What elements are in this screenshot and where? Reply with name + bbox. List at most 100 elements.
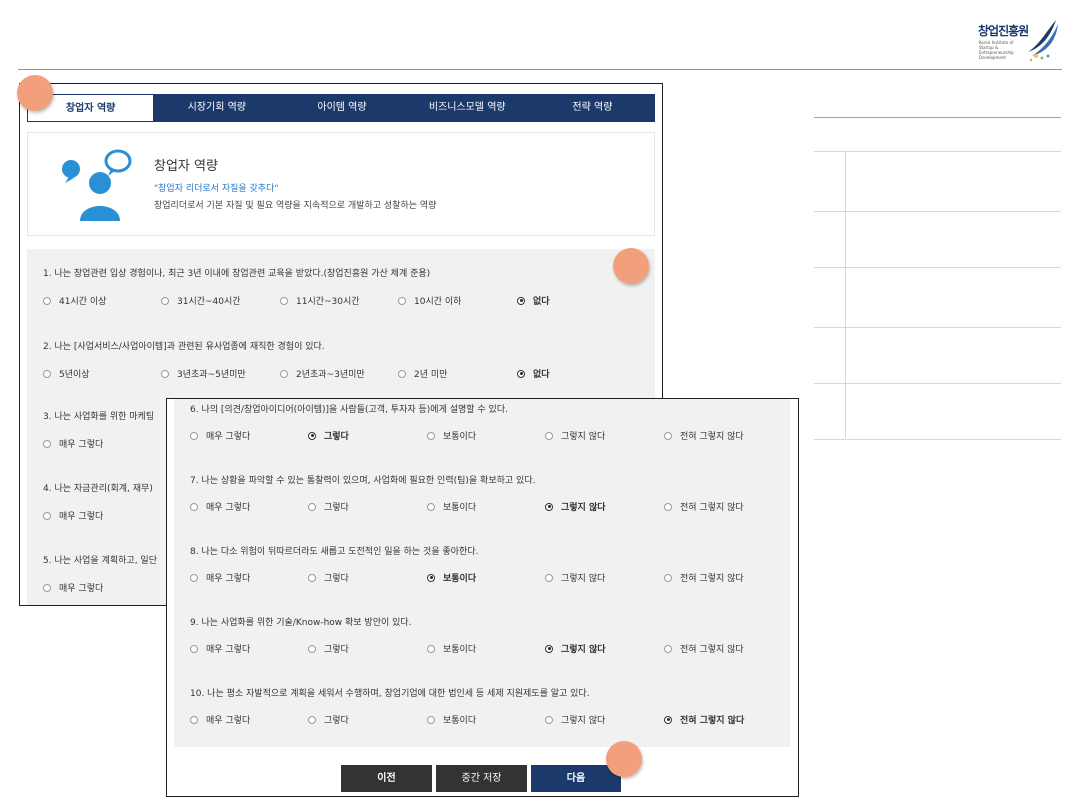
answer-option[interactable]: 3년초과~5년미만	[161, 367, 246, 380]
next-button[interactable]: 다음	[531, 765, 621, 792]
radio-icon[interactable]	[161, 369, 169, 378]
answer-option[interactable]: 보통이다	[427, 713, 476, 726]
radio-icon[interactable]	[43, 511, 51, 520]
radio-icon[interactable]	[308, 715, 316, 724]
answer-option[interactable]: 2년 미만	[398, 367, 447, 380]
answer-option[interactable]: 보통이다	[427, 642, 476, 655]
radio-icon[interactable]	[664, 431, 672, 440]
radio-icon[interactable]	[190, 431, 198, 440]
answer-option[interactable]: 매우 그렇다	[43, 509, 103, 522]
answer-option-label: 그렇지 않다	[561, 645, 606, 655]
answer-option[interactable]: 10시간 이하	[398, 294, 461, 307]
people-chat-icon	[62, 149, 132, 221]
answer-option[interactable]: 매우 그렇다	[43, 437, 103, 450]
answer-option[interactable]: 그렇지 않다	[545, 429, 605, 442]
radio-icon[interactable]	[280, 296, 288, 305]
answer-option[interactable]: 없다	[517, 367, 550, 380]
radio-icon[interactable]	[427, 644, 435, 653]
answer-option-label: 5년이상	[59, 370, 90, 380]
save-draft-button[interactable]: 중간 저장	[436, 765, 527, 792]
answer-option[interactable]: 매우 그렇다	[190, 713, 250, 726]
answer-option[interactable]: 그렇지 않다	[545, 642, 606, 655]
answer-option-label: 그렇지 않다	[561, 716, 606, 726]
question-text: 6. 나의 [의견/창업아이디어(아이템)]을 사람들(고객, 투자자 등)에게…	[190, 405, 508, 415]
radio-icon[interactable]	[280, 369, 288, 378]
answer-option[interactable]: 매우 그렇다	[190, 500, 250, 513]
radio-icon[interactable]	[43, 369, 51, 378]
answer-option[interactable]: 2년초과~3년미만	[280, 367, 365, 380]
answer-option[interactable]: 그렇다	[308, 571, 349, 584]
tab-item[interactable]: 아이템 역량	[279, 94, 404, 122]
answer-option[interactable]: 전혀 그렇지 않다	[664, 429, 744, 442]
radio-icon[interactable]	[427, 431, 435, 440]
radio-checked-icon[interactable]	[517, 369, 525, 378]
answer-option[interactable]: 그렇다	[308, 429, 349, 442]
radio-icon[interactable]	[664, 644, 672, 653]
radio-icon[interactable]	[308, 573, 316, 582]
radio-checked-icon[interactable]	[545, 644, 553, 653]
answer-option[interactable]: 11시간~30시간	[280, 294, 360, 307]
radio-icon[interactable]	[427, 715, 435, 724]
answer-option-label: 전혀 그렇지 않다	[680, 645, 744, 655]
radio-icon[interactable]	[308, 502, 316, 511]
tab-market[interactable]: 시장기회 역량	[154, 94, 279, 122]
radio-icon[interactable]	[43, 439, 51, 448]
answer-option[interactable]: 그렇다	[308, 642, 349, 655]
radio-checked-icon[interactable]	[545, 502, 553, 511]
radio-checked-icon[interactable]	[308, 431, 316, 440]
answer-options: 매우 그렇다 그렇다 보통이다 그렇지 않다 전혀 그렇지 않다	[190, 571, 790, 585]
radio-icon[interactable]	[545, 715, 553, 724]
radio-icon[interactable]	[308, 644, 316, 653]
answer-option-label: 매우 그렇다	[59, 440, 104, 450]
question-text: 10. 나는 평소 자발적으로 계획을 세워서 수행하며, 창업기업에 대한 법…	[190, 689, 590, 699]
answer-option[interactable]: 41시간 이상	[43, 294, 106, 307]
answer-option[interactable]: 그렇지 않다	[545, 713, 605, 726]
radio-icon[interactable]	[664, 502, 672, 511]
radio-icon[interactable]	[190, 644, 198, 653]
answer-option[interactable]: 보통이다	[427, 500, 476, 513]
radio-icon[interactable]	[190, 573, 198, 582]
answer-option[interactable]: 매우 그렇다	[190, 571, 250, 584]
answer-option-label: 보통이다	[443, 574, 477, 584]
radio-icon[interactable]	[190, 715, 198, 724]
answer-option[interactable]: 그렇지 않다	[545, 500, 606, 513]
answer-option[interactable]: 매우 그렇다	[190, 642, 250, 655]
radio-icon[interactable]	[398, 296, 406, 305]
radio-checked-icon[interactable]	[517, 296, 525, 305]
radio-icon[interactable]	[545, 431, 553, 440]
radio-icon[interactable]	[43, 296, 51, 305]
radio-icon[interactable]	[664, 573, 672, 582]
answer-option[interactable]: 그렇다	[308, 713, 349, 726]
answer-option[interactable]: 31시간~40시간	[161, 294, 241, 307]
answer-option[interactable]: 매우 그렇다	[190, 429, 250, 442]
radio-icon[interactable]	[161, 296, 169, 305]
answer-option[interactable]: 전혀 그렇지 않다	[664, 571, 744, 584]
question-list: 6. 나의 [의견/창업아이디어(아이템)]을 사람들(고객, 투자자 등)에게…	[174, 399, 790, 747]
tab-business-model[interactable]: 비즈니스모델 역량	[405, 94, 530, 122]
prev-button[interactable]: 이전	[341, 765, 432, 792]
tab-strategy[interactable]: 전략 역량	[530, 94, 655, 122]
answer-option[interactable]: 전혀 그렇지 않다	[664, 713, 744, 726]
radio-icon[interactable]	[427, 502, 435, 511]
answer-option[interactable]: 전혀 그렇지 않다	[664, 642, 744, 655]
answer-option-label: 그렇지 않다	[561, 574, 606, 584]
answer-option-label: 2년 미만	[414, 370, 448, 380]
radio-checked-icon[interactable]	[427, 573, 435, 582]
answer-option-label: 2년초과~3년미만	[296, 370, 365, 380]
answer-option-label: 보통이다	[443, 716, 477, 726]
answer-option[interactable]: 전혀 그렇지 않다	[664, 500, 744, 513]
answer-option[interactable]: 그렇지 않다	[545, 571, 605, 584]
radio-icon[interactable]	[545, 573, 553, 582]
answer-option[interactable]: 보통이다	[427, 429, 476, 442]
answer-option[interactable]: 보통이다	[427, 571, 476, 584]
radio-icon[interactable]	[190, 502, 198, 511]
answer-option[interactable]: 5년이상	[43, 367, 90, 380]
answer-option[interactable]: 그렇다	[308, 500, 349, 513]
radio-checked-icon[interactable]	[664, 715, 672, 724]
radio-icon[interactable]	[43, 583, 51, 592]
question-text: 9. 나는 사업화를 위한 기술/Know-how 확보 방안이 있다.	[190, 618, 412, 628]
radio-icon[interactable]	[398, 369, 406, 378]
answer-option[interactable]: 매우 그렇다	[43, 581, 103, 594]
answer-option[interactable]: 없다	[517, 294, 550, 307]
answer-option-label: 없다	[533, 370, 550, 380]
